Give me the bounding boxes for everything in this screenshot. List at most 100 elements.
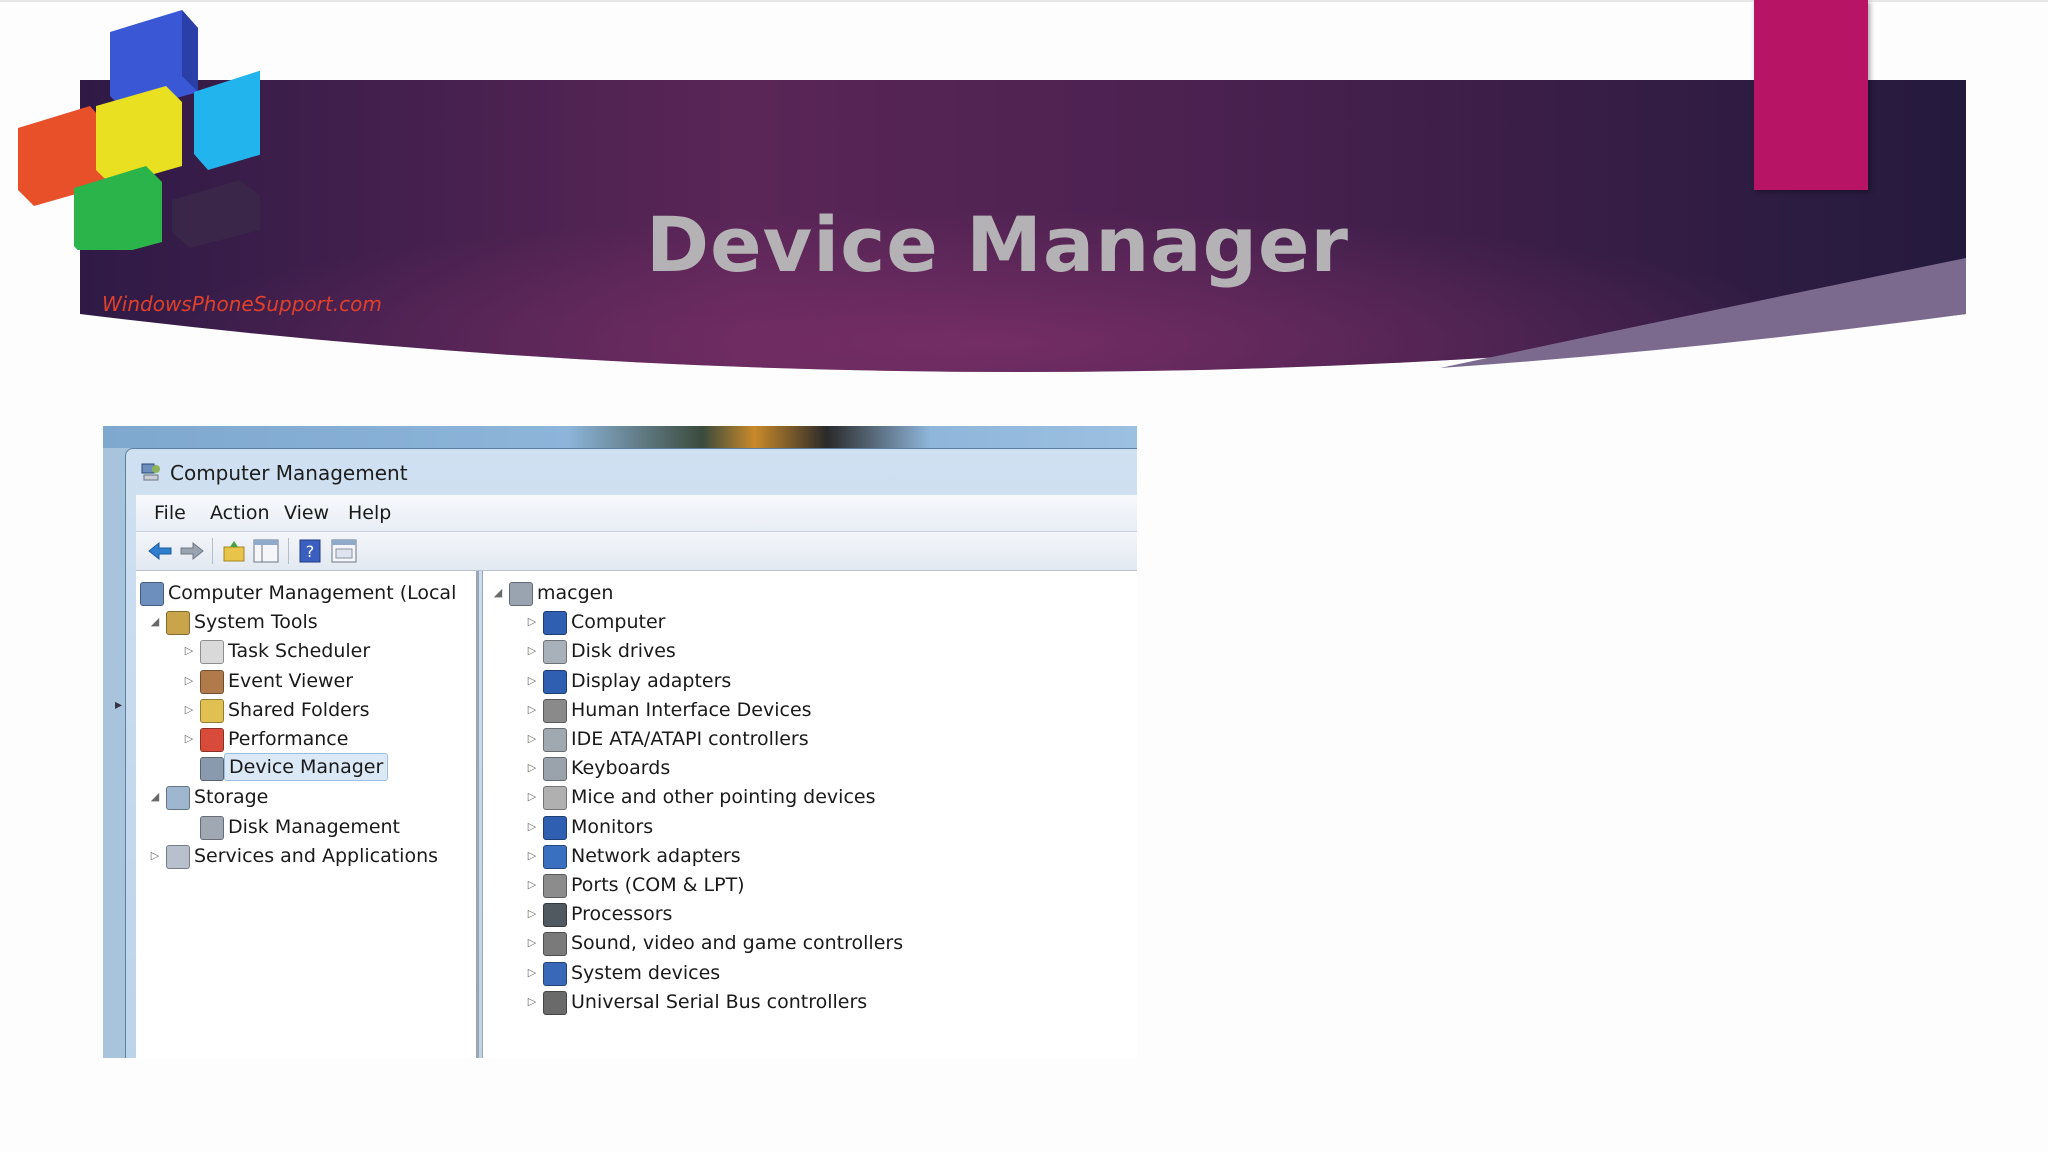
device-manager-icon <box>200 757 224 782</box>
back-icon[interactable] <box>146 538 174 564</box>
expand-arrow-icon[interactable]: ▷ <box>148 842 162 870</box>
accent-bar <box>1754 0 1868 190</box>
device-tree-label: Mice and other pointing devices <box>571 786 876 809</box>
console-tree-label: Computer Management (Local <box>168 582 457 604</box>
expand-arrow-icon[interactable]: ▷ <box>525 696 539 724</box>
console-tree-pane: Computer Management (Local ◢ System Tools ▷… <box>136 571 479 1058</box>
performance-icon <box>200 728 224 752</box>
console-tree-label: System Tools <box>194 611 318 634</box>
port-icon <box>543 874 567 898</box>
toolbar-separator <box>212 538 213 564</box>
computer-management-screenshot: ▸ Computer Management File Action View H… <box>103 426 1137 1058</box>
computer-management-icon <box>140 582 164 606</box>
monitor-icon <box>543 815 567 840</box>
device-tree-label: macgen <box>537 582 614 604</box>
expand-arrow-icon[interactable]: ▷ <box>525 754 539 782</box>
expand-arrow-icon[interactable]: ▷ <box>525 988 539 1016</box>
expand-arrow-icon[interactable]: ▷ <box>525 725 539 753</box>
help-icon[interactable]: ? <box>296 538 324 564</box>
properties-icon[interactable] <box>330 538 358 564</box>
windows-plus-logo-icon <box>18 10 260 250</box>
expand-arrow-icon[interactable]: ▷ <box>525 667 539 695</box>
slide-title: Device Manager <box>646 200 1350 289</box>
services-icon <box>166 844 190 869</box>
expand-arrow-icon[interactable]: ▷ <box>525 783 539 811</box>
speaker-icon <box>543 932 567 957</box>
expand-arrow-icon[interactable]: ▷ <box>525 959 539 987</box>
hid-icon <box>543 698 567 723</box>
system-device-icon <box>543 961 567 986</box>
expand-arrow-icon[interactable]: ▷ <box>182 725 196 753</box>
console-tree-label: Performance <box>228 728 349 750</box>
keyboard-icon <box>543 757 567 782</box>
menu-view[interactable]: View <box>284 502 329 524</box>
device-tree-label: Computer <box>571 611 666 634</box>
collapse-arrow-icon[interactable]: ◢ <box>491 579 505 607</box>
device-tree-label: Sound, video and game controllers <box>571 932 904 955</box>
mouse-icon <box>543 786 567 811</box>
display-adapter-icon <box>543 669 567 694</box>
expand-arrow-icon[interactable]: ▷ <box>525 637 539 665</box>
expand-arrow-icon[interactable]: ▷ <box>525 842 539 870</box>
console-tree-label: Disk Management <box>228 815 401 838</box>
device-tree-label: Universal Serial Bus controllers <box>571 990 868 1013</box>
storage-icon <box>166 786 190 811</box>
expand-arrow-icon[interactable]: ▷ <box>182 696 196 724</box>
console-tree-label: Task Scheduler <box>228 640 371 663</box>
usb-icon <box>543 990 567 1015</box>
network-adapter-icon <box>543 844 567 869</box>
show-hide-tree-icon[interactable] <box>252 538 280 564</box>
up-icon[interactable] <box>220 538 248 564</box>
computer-management-icon <box>141 463 160 481</box>
computer-management-window: Computer Management File Action View Hel… <box>125 448 1137 1058</box>
console-tree-label: Storage <box>194 786 269 809</box>
processor-icon <box>543 903 567 928</box>
clock-icon <box>200 640 224 665</box>
menu-help[interactable]: Help <box>348 502 391 524</box>
expand-arrow-icon[interactable]: ▷ <box>182 637 196 665</box>
slide-banner: WindowsPhoneSupport.com Device Manager <box>0 0 2048 400</box>
device-tree-label: Network adapters <box>571 844 741 867</box>
shared-folder-icon <box>200 698 224 723</box>
monitor-icon <box>543 611 567 636</box>
console-tree-label: Services and Applications <box>194 844 439 867</box>
device-tree-label: Keyboards <box>571 757 671 780</box>
expand-arrow-icon[interactable]: ▷ <box>525 900 539 928</box>
device-tree-label: Display adapters <box>571 669 732 692</box>
device-tree-pane: ◢ macgen ▷ Computer ▷ Disk drives ▷ Display ada… <box>482 571 1137 1058</box>
expand-arrow-icon[interactable]: ▷ <box>182 667 196 695</box>
window-title: Computer Management <box>170 461 408 485</box>
collapse-arrow-icon[interactable]: ◢ <box>148 783 162 811</box>
console-tree-label: Device Manager <box>224 753 389 782</box>
svg-text:?: ? <box>306 542 315 561</box>
tools-icon <box>166 611 190 636</box>
device-tree-label: System devices <box>571 961 721 984</box>
ide-controller-icon <box>543 728 567 752</box>
expand-arrow-icon <box>182 754 196 782</box>
console-tree-label: Shared Folders <box>228 698 370 721</box>
expand-arrow-icon <box>182 813 196 841</box>
expand-arrow-icon[interactable]: ▷ <box>525 929 539 957</box>
device-tree-label: Human Interface Devices <box>571 698 812 721</box>
menu-action[interactable]: Action <box>210 502 270 524</box>
toolbar: ? <box>136 532 1137 571</box>
computer-icon <box>509 582 533 606</box>
device-tree-label: Disk drives <box>571 640 676 663</box>
device-tree-label: Processors <box>571 903 673 926</box>
expand-arrow-icon[interactable]: ▷ <box>525 871 539 899</box>
expand-arrow-icon[interactable]: ▷ <box>525 608 539 636</box>
event-viewer-icon <box>200 669 224 694</box>
disk-drive-icon <box>543 640 567 665</box>
window-edge-glyph: ▸ <box>115 696 123 712</box>
forward-icon[interactable] <box>178 538 206 564</box>
console-tree-label: Event Viewer <box>228 669 354 692</box>
device-tree-label: Monitors <box>571 815 654 838</box>
menu-bar: File Action View Help <box>136 495 1137 532</box>
disk-management-icon <box>200 815 224 840</box>
collapse-arrow-icon[interactable]: ◢ <box>148 608 162 636</box>
logo-text: WindowsPhoneSupport.com <box>102 292 382 316</box>
device-tree-label: Ports (COM & LPT) <box>571 874 745 896</box>
menu-file[interactable]: File <box>154 502 186 524</box>
expand-arrow-icon[interactable]: ▷ <box>525 813 539 841</box>
device-tree-label: IDE ATA/ATAPI controllers <box>571 728 809 750</box>
